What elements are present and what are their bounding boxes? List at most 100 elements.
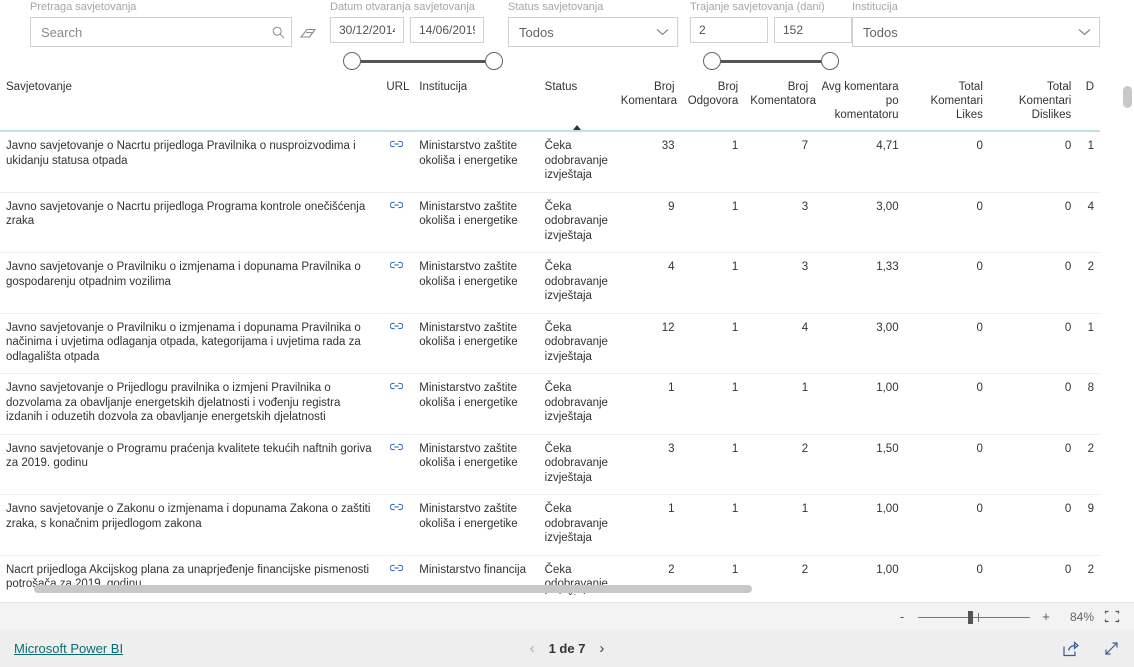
fit-to-page-icon[interactable] [1104, 610, 1120, 623]
table-row[interactable]: Javno savjetovanje o Pravilniku o izmjen… [0, 313, 1100, 374]
table-row[interactable]: Javno savjetovanje o Pravilniku o izmjen… [0, 252, 1100, 314]
column-header-truncated[interactable]: D [1077, 78, 1100, 131]
horizontal-scrollbar-thumb[interactable] [34, 585, 752, 593]
link-icon[interactable] [390, 321, 404, 336]
date-range-slider[interactable] [330, 46, 516, 76]
cell-dislikes: 0 [988, 130, 1078, 193]
table-row[interactable]: Javno savjetovanje o Prijedlogu pravilni… [0, 373, 1100, 435]
date-slider-handle-max[interactable] [485, 52, 503, 70]
cell-url[interactable] [380, 373, 414, 435]
zoom-bar: - + 84% [0, 602, 1134, 630]
slicer-status-title: Status savjetovanja [508, 1, 604, 13]
cell-status: Čeka odobravanje izvještaja [538, 130, 615, 193]
slicer-institution-title: Institucija [852, 1, 898, 13]
column-header-avg-komentara[interactable]: Avg komentara po komentatoru [814, 78, 904, 131]
slicer-date-title: Datum otvaranja savjetovanja [330, 1, 475, 13]
cell-broj-komentara: 4 [614, 252, 681, 314]
cell-broj-odgovora: 1 [680, 313, 745, 374]
consultations-table: Savjetovanje URL Institucija Status Broj… [0, 78, 1100, 595]
search-icon[interactable] [272, 26, 285, 39]
cell-url[interactable] [380, 434, 414, 495]
table-row[interactable]: Javno savjetovanje o Nacrtu prijedloga P… [0, 130, 1100, 193]
powerbi-report: Pretraga savjetovanja Search Datum otvar… [0, 0, 1134, 667]
cell-url[interactable] [380, 494, 414, 556]
cell-status: Čeka odobravanje izvještaja [538, 192, 615, 253]
search-input[interactable]: Search [30, 17, 292, 47]
link-icon[interactable] [390, 139, 404, 154]
link-icon[interactable] [390, 563, 404, 578]
column-header-status[interactable]: Status [539, 78, 615, 131]
zoom-slider[interactable] [918, 609, 1030, 625]
date-max-value: 14/06/2019 [419, 23, 475, 37]
cell-likes: 0 [904, 130, 989, 193]
cell-broj-odgovora: 1 [680, 192, 745, 253]
duration-slider-track [710, 60, 832, 63]
table-row[interactable]: Javno savjetovanje o Programu praćenja k… [0, 434, 1100, 495]
cell-broj-odgovora: 1 [680, 434, 745, 495]
duration-slider-handle-max[interactable] [821, 52, 839, 70]
footer-actions [1062, 640, 1120, 657]
link-icon[interactable] [390, 260, 404, 275]
zoom-out-button[interactable]: - [896, 609, 908, 624]
cell-url[interactable] [380, 252, 414, 314]
date-slider-handle-min[interactable] [343, 52, 361, 70]
cell-avg-komentara: 1,00 [814, 373, 905, 435]
cell-institucija: Ministarstvo zaštite okoliša i energetik… [413, 192, 539, 253]
column-header-savjetovanje[interactable]: Savjetovanje [0, 78, 380, 131]
chevron-down-icon[interactable] [656, 28, 669, 36]
cell-dislikes: 0 [988, 434, 1078, 495]
table-row[interactable]: Javno savjetovanje o Nacrtu prijedloga P… [0, 192, 1100, 253]
column-header-broj-komentatora[interactable]: Broj Komentatora [744, 78, 816, 131]
column-header-total-dislikes[interactable]: Total Komentari Dislikes [989, 78, 1077, 131]
cell-broj-komentara: 9 [614, 192, 681, 253]
cell-url[interactable] [380, 130, 414, 193]
powerbi-brand-link[interactable]: Microsoft Power BI [14, 641, 123, 656]
slicer-search: Pretraga savjetovanja Search [30, 0, 292, 47]
date-max-input[interactable]: 14/06/2019 [410, 17, 484, 43]
cell-status: Čeka odobravanje izvještaja [538, 494, 615, 556]
cell-status: Čeka odobravanje izvještaja [538, 434, 615, 495]
cell-url[interactable] [380, 313, 414, 374]
link-icon[interactable] [390, 381, 404, 396]
duration-min-input[interactable]: 2 [690, 17, 768, 43]
chevron-down-icon[interactable] [1078, 28, 1091, 36]
column-header-broj-odgovora[interactable]: Broj Odgovora [681, 78, 745, 131]
column-header-broj-komentara[interactable]: Broj Komentara [615, 78, 681, 131]
link-icon[interactable] [390, 502, 404, 517]
cell-likes: 0 [904, 252, 989, 314]
zoom-slider-thumb[interactable] [968, 610, 973, 624]
fullscreen-icon[interactable] [1103, 641, 1120, 657]
zoom-in-button[interactable]: + [1040, 609, 1052, 624]
vertical-scrollbar[interactable] [1123, 86, 1132, 108]
column-header-institucija[interactable]: Institucija [413, 78, 538, 131]
column-header-status-label: Status [544, 81, 578, 93]
duration-range-slider[interactable] [690, 46, 852, 76]
link-icon[interactable] [390, 200, 404, 215]
duration-slider-handle-min[interactable] [703, 52, 721, 70]
horizontal-scrollbar[interactable] [34, 585, 1096, 593]
share-icon[interactable] [1062, 640, 1079, 657]
cell-broj-komentara: 12 [614, 313, 681, 374]
cell-avg-komentara: 3,00 [814, 192, 905, 253]
eraser-icon[interactable] [299, 27, 317, 41]
cell-likes: 0 [904, 192, 989, 253]
link-icon[interactable] [390, 442, 404, 457]
institution-dropdown[interactable]: Todos [852, 17, 1100, 47]
cell-truncated: 9 [1077, 494, 1100, 556]
column-header-total-likes[interactable]: Total Komentari Likes [905, 78, 989, 131]
status-dropdown[interactable]: Todos [508, 17, 678, 47]
date-min-input[interactable]: 30/12/2014 [330, 17, 404, 43]
cell-truncated: 1 [1077, 313, 1100, 374]
cell-savjetovanje: Javno savjetovanje o Programu praćenja k… [0, 434, 381, 495]
chevron-right-icon[interactable]: › [599, 641, 604, 656]
slicer-duration-title: Trajanje savjetovanja (dani) [690, 1, 825, 13]
column-header-url[interactable]: URL [380, 78, 413, 131]
duration-max-input[interactable]: 152 [774, 17, 852, 43]
cell-dislikes: 0 [988, 373, 1078, 435]
chevron-left-icon[interactable]: ‹ [530, 641, 535, 656]
date-slider-track [350, 60, 496, 63]
table-row[interactable]: Javno savjetovanje o Zakonu o izmjenama … [0, 494, 1100, 556]
cell-broj-odgovora: 1 [680, 252, 745, 314]
cell-likes: 0 [904, 373, 989, 435]
cell-url[interactable] [380, 192, 414, 253]
